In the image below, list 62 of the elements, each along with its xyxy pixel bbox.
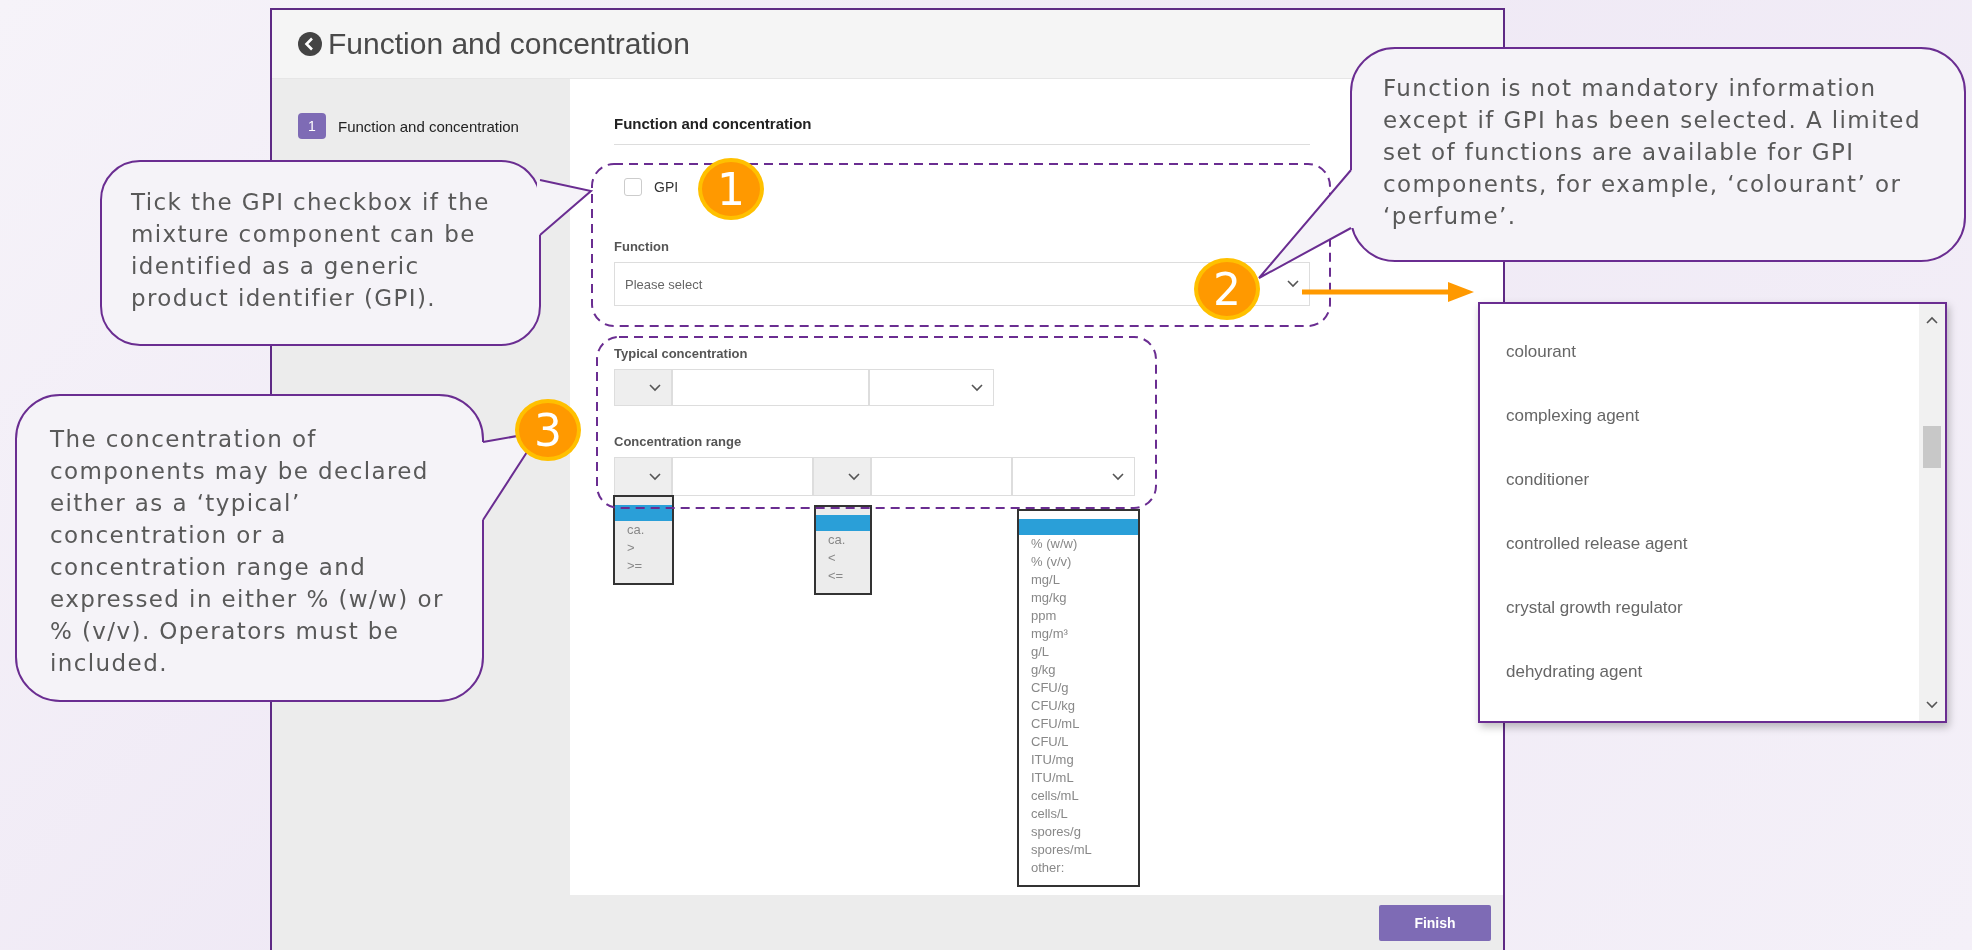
finish-button[interactable]: Finish <box>1379 904 1491 941</box>
chevron-down-icon <box>649 472 661 481</box>
checkbox-label: GPI <box>654 179 679 195</box>
chevron-down-icon <box>649 383 661 392</box>
dropdown-option[interactable]: ppm <box>1019 607 1138 625</box>
field-label: Concentration range <box>614 434 743 449</box>
dropdown-option[interactable]: >= <box>615 557 672 575</box>
chevron-down-icon <box>971 383 983 392</box>
function-option[interactable]: controlled release agent <box>1480 512 1919 576</box>
dropdown-option[interactable]: ca. <box>615 521 672 539</box>
unit-select[interactable] <box>869 369 994 406</box>
dropdown-option[interactable]: g/L <box>1019 643 1138 661</box>
dropdown-option[interactable]: spores/g <box>1019 823 1138 841</box>
scrollbar[interactable] <box>1919 304 1945 721</box>
dropdown-option[interactable]: mg/L <box>1019 571 1138 589</box>
dropdown-option[interactable]: ITU/mg <box>1019 751 1138 769</box>
dropdown-option[interactable]: CFU/kg <box>1019 697 1138 715</box>
highlighted-option[interactable] <box>615 505 672 521</box>
dropdown-option[interactable]: spores/mL <box>1019 841 1138 859</box>
gpi-checkbox[interactable] <box>624 178 642 196</box>
chevron-down-icon <box>848 472 860 481</box>
dropdown-option[interactable]: % (v/v) <box>1019 553 1138 571</box>
dropdown-option[interactable]: ITU/mL <box>1019 769 1138 787</box>
field-label: Typical concentration <box>614 346 749 361</box>
function-option[interactable]: conditioner <box>1480 448 1919 512</box>
dropdown-option[interactable]: cells/mL <box>1019 787 1138 805</box>
window-title: Function and concentration <box>328 27 690 61</box>
back-icon[interactable] <box>298 32 322 56</box>
dropdown-option[interactable]: other: <box>1019 859 1138 877</box>
scrollbar-thumb[interactable] <box>1923 426 1941 468</box>
dropdown-option[interactable]: CFU/mL <box>1019 715 1138 733</box>
value-input[interactable] <box>672 369 869 406</box>
step-label[interactable]: Function and concentration <box>338 117 519 135</box>
chevron-up-icon <box>1926 316 1938 324</box>
function-option[interactable]: colourant <box>1480 320 1919 384</box>
section-heading: Function and concentration <box>614 115 1310 145</box>
dropdown-option[interactable]: ca. <box>816 531 870 549</box>
value-input[interactable] <box>871 457 1012 496</box>
dropdown-option[interactable]: mg/kg <box>1019 589 1138 607</box>
chevron-down-icon <box>1112 472 1124 481</box>
chevron-down-icon <box>1287 280 1299 288</box>
callout-bubble: The concentration of components may be declared either as a ‘typical’ concentration or a concentration range and expressed in either % (w/w) or % (v/v). Operators must be included. <box>15 394 484 702</box>
step-number: 1 <box>298 113 326 139</box>
dropdown-option[interactable]: mg/m³ <box>1019 625 1138 643</box>
dropdown-option[interactable]: cells/L <box>1019 805 1138 823</box>
dropdown-option[interactable]: g/kg <box>1019 661 1138 679</box>
dropdown-option[interactable]: % (w/w) <box>1019 535 1138 553</box>
value-input[interactable] <box>672 457 813 496</box>
dropdown-option[interactable]: < <box>816 549 870 567</box>
unit-select[interactable] <box>1012 457 1135 496</box>
dropdown-option[interactable]: CFU/g <box>1019 679 1138 697</box>
dropdown-option[interactable]: CFU/L <box>1019 733 1138 751</box>
callout-bubble: Function is not mandatory information except if GPI has been selected. A limited set of functions are available for GPI components, for example, ‘colourant’ or ‘perfume’. <box>1350 47 1966 262</box>
function-option[interactable]: dehydrating agent <box>1480 640 1919 704</box>
callout-bubble: Tick the GPI checkbox if the mixture component can be identified as a generic product identifier (GPI). <box>100 160 541 346</box>
function-option[interactable]: complexing agent <box>1480 384 1919 448</box>
dropdown-option[interactable]: > <box>615 539 672 557</box>
dropdown-option[interactable]: <= <box>816 567 870 585</box>
operator-select[interactable] <box>614 457 672 496</box>
function-option[interactable]: crystal growth regulator <box>1480 576 1919 640</box>
field-label: Function <box>614 239 670 254</box>
chevron-down-icon <box>1926 701 1938 709</box>
